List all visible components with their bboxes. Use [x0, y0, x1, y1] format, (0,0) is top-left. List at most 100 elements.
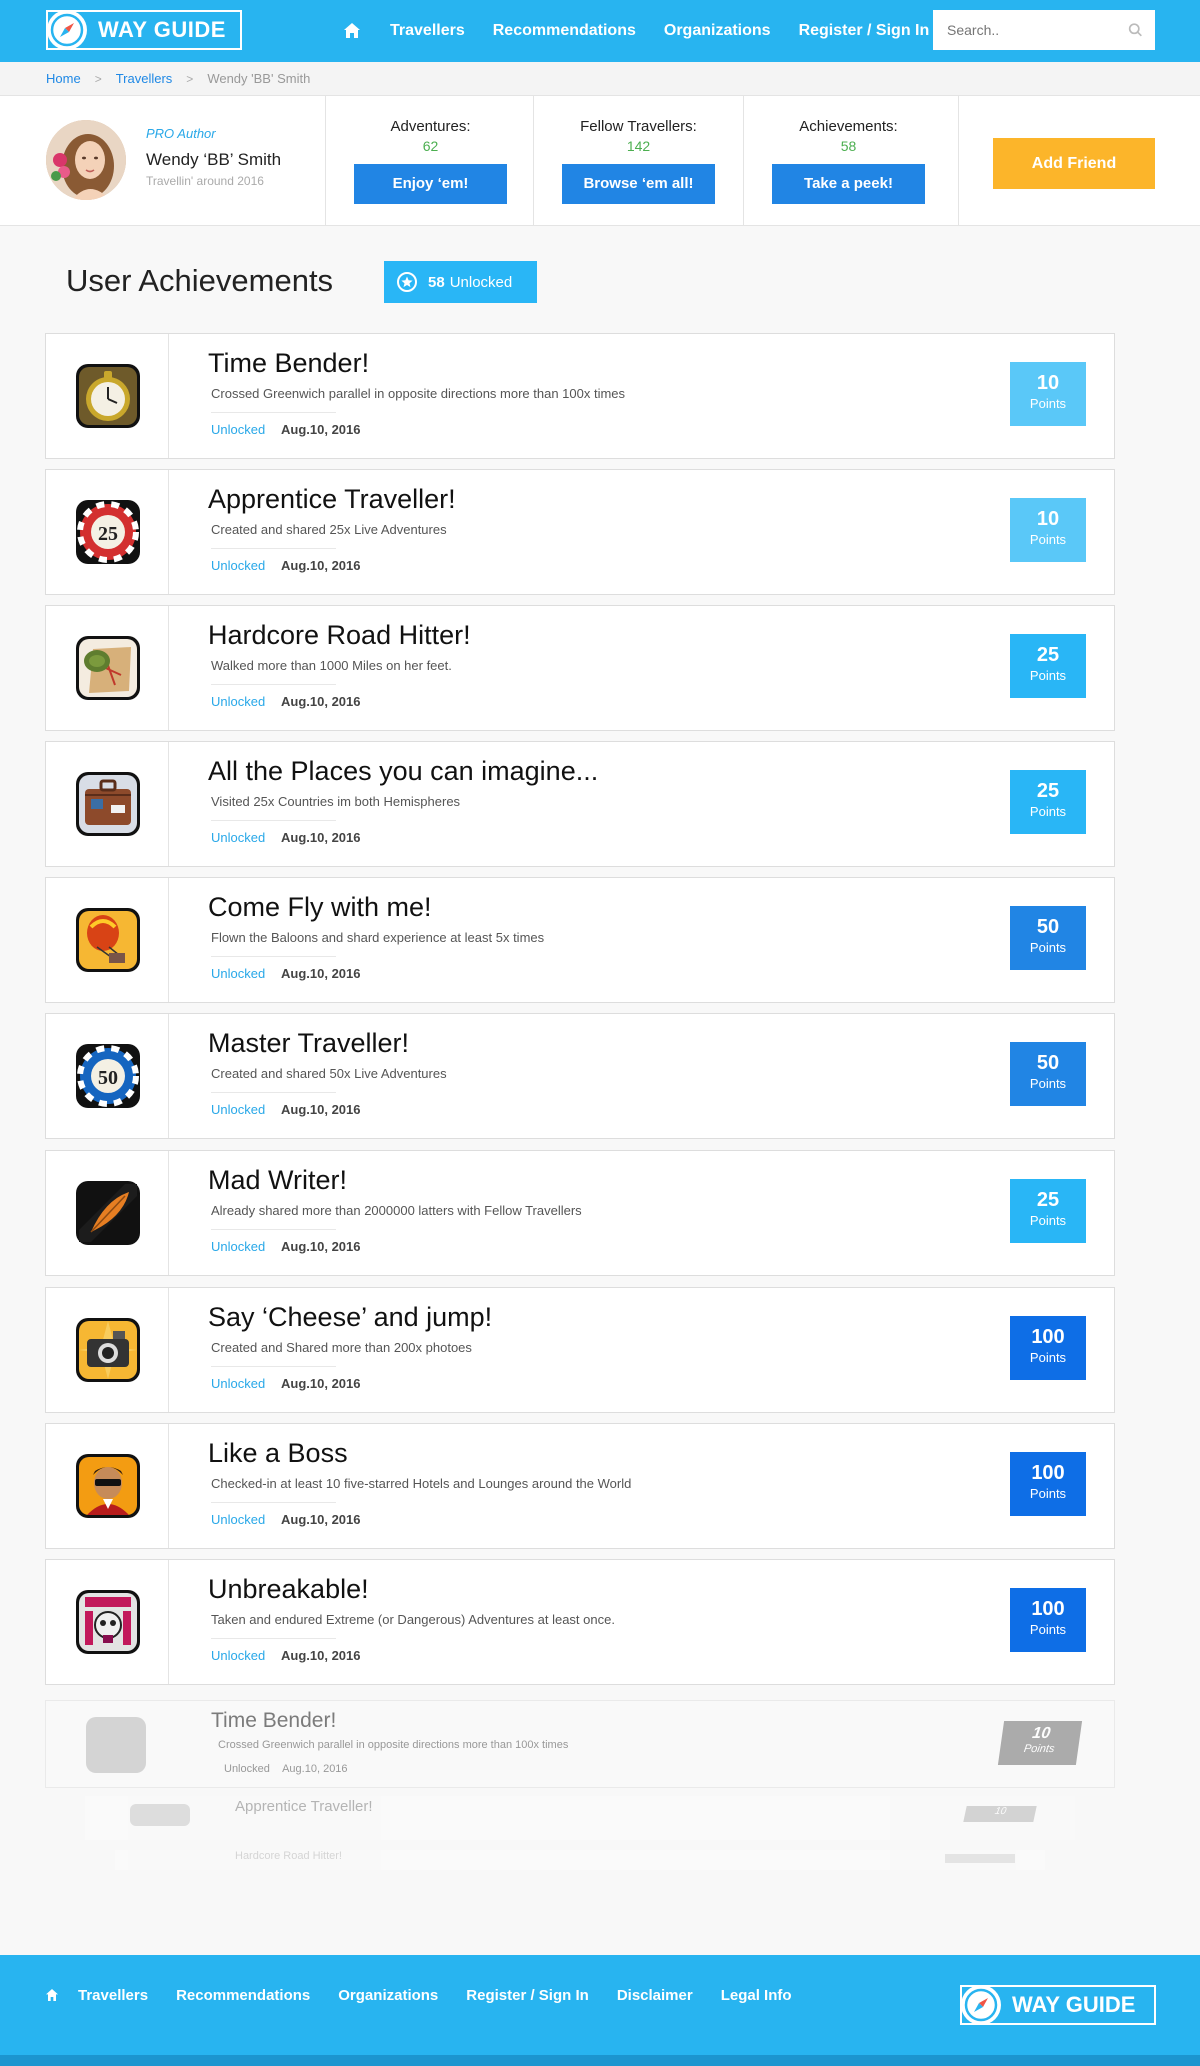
achievement-card[interactable]: Mad Writer! Already shared more than 200… — [45, 1150, 1115, 1276]
browse-em-all-button[interactable]: Browse ‘em all! — [562, 164, 715, 204]
breadcrumb: Home > Travellers > Wendy 'BB' Smith — [0, 62, 1200, 96]
achievement-status[interactable]: Unlocked — [211, 1102, 265, 1117]
camera-icon — [76, 1318, 140, 1382]
achievement-card[interactable]: Come Fly with me! Flown the Baloons and … — [45, 877, 1115, 1003]
achievement-card[interactable]: Time Bender! Crossed Greenwich parallel … — [45, 333, 1115, 459]
footer-link-legal-info[interactable]: Legal Info — [721, 1987, 792, 2004]
take-a-peek-button[interactable]: Take a peek! — [772, 164, 925, 204]
points-label: Points — [1029, 1213, 1067, 1228]
achievement-status[interactable]: Unlocked — [211, 558, 265, 573]
achievement-description: Already shared more than 2000000 latters… — [211, 1203, 582, 1218]
chip-25-icon — [130, 1804, 190, 1826]
achievement-description: Checked-in at least 10 five-starred Hote… — [211, 1476, 632, 1491]
achievement-status[interactable]: Unlocked — [211, 1239, 265, 1254]
star-icon — [397, 272, 417, 292]
achievement-card[interactable]: Say ‘Cheese’ and jump! Created and Share… — [45, 1287, 1115, 1413]
search-input[interactable] — [947, 22, 1128, 38]
compass-icon — [961, 1985, 1001, 2025]
achievement-card[interactable]: Unbreakable! Taken and endured Extreme (… — [45, 1559, 1115, 1685]
achievement-card[interactable]: 50 Master Traveller! Created and shared … — [45, 1013, 1115, 1139]
reflection-points-badge — [945, 1854, 1015, 1863]
stat-achievements: Achievements: 58 Take a peek! — [743, 96, 953, 226]
achievement-date: Aug.10, 2016 — [281, 1102, 361, 1117]
divider — [211, 1366, 336, 1367]
divider — [958, 96, 959, 226]
divider — [211, 956, 336, 957]
nav-travellers[interactable]: Travellers — [390, 22, 465, 40]
achievement-card[interactable]: 25 Apprentice Traveller! Created and sha… — [45, 469, 1115, 595]
achievement-status[interactable]: Unlocked — [211, 1648, 265, 1663]
home-icon[interactable] — [340, 19, 364, 43]
footer: Travellers Recommendations Organizations… — [0, 1955, 1200, 2055]
points-label: Points — [1029, 804, 1067, 819]
nav-register-sign-in[interactable]: Register / Sign In — [799, 22, 930, 40]
breadcrumb-current: Wendy 'BB' Smith — [207, 71, 311, 86]
search-box — [933, 10, 1155, 50]
points-badge: 50 Points — [1010, 906, 1086, 970]
points-label: Points — [1029, 940, 1067, 955]
breadcrumb-travellers[interactable]: Travellers — [116, 71, 173, 86]
points-value: 25 — [1036, 780, 1060, 802]
achievement-status[interactable]: Unlocked — [211, 966, 265, 981]
page-title: User Achievements — [66, 263, 334, 298]
points-label: Points — [1029, 1350, 1067, 1365]
achievement-title: Apprentice Traveller! — [208, 484, 456, 514]
unlocked-count-badge[interactable]: 58 Unlocked — [384, 261, 537, 303]
nav-organizations[interactable]: Organizations — [664, 22, 771, 40]
list-reflection: Time Bender! Crossed Greenwich parallel … — [45, 1700, 1115, 1880]
search-icon[interactable] — [1128, 21, 1143, 39]
achievement-description: Walked more than 1000 Miles on her feet. — [211, 658, 452, 673]
achievement-title: Come Fly with me! — [208, 892, 432, 922]
brand-logo[interactable]: WAY GUIDE — [46, 10, 242, 50]
achievement-date: Aug.10, 2016 — [281, 1512, 361, 1527]
points-value: 50 — [1036, 1052, 1060, 1074]
unlocked-label: Unlocked — [449, 273, 513, 291]
achievement-status[interactable]: Unlocked — [211, 1376, 265, 1391]
divider — [211, 412, 336, 413]
points-badge: 50 Points — [1010, 1042, 1086, 1106]
achievement-icon-box: 25 — [46, 470, 169, 594]
achievement-status[interactable]: Unlocked — [211, 694, 265, 709]
achievement-icon-box — [46, 1288, 169, 1412]
achievement-status[interactable]: Unlocked — [211, 1512, 265, 1527]
avatar[interactable] — [46, 120, 126, 200]
points-value: 100 — [1031, 1462, 1065, 1484]
achievement-icon-box — [46, 606, 169, 730]
add-friend-button[interactable]: Add Friend — [993, 138, 1155, 189]
footer-link-organizations[interactable]: Organizations — [338, 1987, 438, 2004]
chevron-right-icon: > — [186, 71, 194, 86]
achievement-status[interactable]: Unlocked — [211, 422, 265, 437]
achievement-date: Aug.10, 2016 — [281, 422, 361, 437]
achievement-card[interactable]: Like a Boss Checked-in at least 10 five-… — [45, 1423, 1115, 1549]
backpack-map-icon — [76, 636, 140, 700]
footer-link-register-sign-in[interactable]: Register / Sign In — [466, 1987, 589, 2004]
achievement-card[interactable]: Hardcore Road Hitter! Walked more than 1… — [45, 605, 1115, 731]
achievement-date: Aug.10, 2016 — [281, 1648, 361, 1663]
footer-brand-logo[interactable]: WAY GUIDE — [960, 1985, 1156, 2025]
pocket-watch-icon — [76, 364, 140, 428]
achievement-description: Created and shared 25x Live Adventures — [211, 522, 447, 537]
skull-icon — [76, 1590, 140, 1654]
points-badge: 10 Points — [1010, 362, 1086, 426]
reflection-card: Time Bender! Crossed Greenwich parallel … — [45, 1700, 1115, 1788]
achievement-date: Aug.10, 2016 — [281, 558, 361, 573]
footer-link-recommendations[interactable]: Recommendations — [176, 1987, 310, 2004]
achievement-status[interactable]: Unlocked — [211, 830, 265, 845]
chevron-right-icon: > — [94, 71, 102, 86]
breadcrumb-home[interactable]: Home — [46, 71, 81, 86]
footer-link-travellers[interactable]: Travellers — [78, 1987, 148, 2004]
enjoy-em-button[interactable]: Enjoy ‘em! — [354, 164, 507, 204]
divider — [211, 1092, 336, 1093]
footer-link-disclaimer[interactable]: Disclaimer — [617, 1987, 693, 2004]
home-icon[interactable] — [44, 1987, 60, 2003]
brand-name: WAY GUIDE — [1012, 1992, 1136, 2017]
boss-icon — [76, 1454, 140, 1518]
achievement-date: Aug.10, 2016 — [281, 694, 361, 709]
points-label: Points — [1023, 1743, 1056, 1755]
achievement-card[interactable]: All the Places you can imagine... Visite… — [45, 741, 1115, 867]
stat-label: Adventures: — [390, 118, 471, 135]
achievement-icon-box: 50 — [46, 1014, 169, 1138]
points-badge: 25 Points — [1010, 634, 1086, 698]
main-nav: Travellers Recommendations Organizations… — [340, 0, 957, 62]
nav-recommendations[interactable]: Recommendations — [493, 22, 636, 40]
